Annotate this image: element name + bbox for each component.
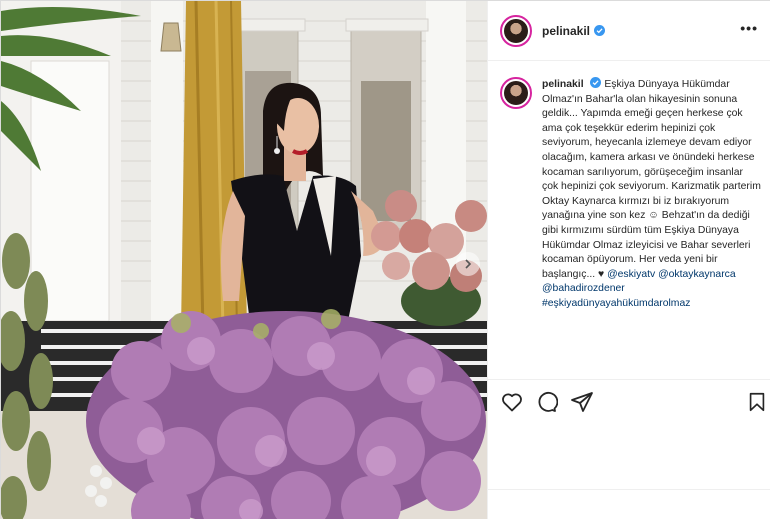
chevron-right-icon xyxy=(465,259,472,269)
header-username[interactable]: pelinakil xyxy=(542,24,590,38)
post-header: pelinakil ••• xyxy=(488,1,770,61)
action-bar xyxy=(488,379,770,423)
comment-bar xyxy=(488,489,770,519)
comment-bubble-icon[interactable] xyxy=(534,390,558,414)
bookmark-icon[interactable] xyxy=(746,390,768,414)
verified-badge-icon xyxy=(590,77,602,88)
instagram-post: pelinakil ••• pelinakil Eşkiya Dünyaya H… xyxy=(0,0,770,519)
caption-section: pelinakil Eşkiya Dünyaya Hükümdar Olmaz'… xyxy=(488,61,770,379)
mention-link[interactable]: @eskiyatv xyxy=(607,269,655,280)
hashtag-link[interactable]: #eşkiyadünyayahükümdarolmaz xyxy=(542,298,690,309)
post-side-panel: pelinakil ••• pelinakil Eşkiya Dünyaya H… xyxy=(487,1,770,519)
verified-badge-icon xyxy=(594,25,606,36)
avatar[interactable] xyxy=(500,14,532,47)
carousel-next-button[interactable] xyxy=(456,252,480,276)
post-photo[interactable] xyxy=(1,1,487,519)
paper-plane-icon[interactable] xyxy=(570,390,594,414)
mention-link[interactable]: @bahadirozdener xyxy=(542,283,625,294)
caption-avatar[interactable] xyxy=(500,77,532,109)
caption-body: Eşkiya Dünyaya Hükümdar Olmaz'ın Bahar'l… xyxy=(542,79,761,280)
post-image xyxy=(1,1,487,519)
more-options-button[interactable]: ••• xyxy=(740,21,758,35)
caption-username[interactable]: pelinakil xyxy=(542,79,584,90)
heart-icon[interactable] xyxy=(500,390,524,414)
mention-link[interactable]: @oktaykaynarca xyxy=(658,269,736,280)
comment-input[interactable] xyxy=(488,490,770,519)
caption-text: pelinakil Eşkiya Dünyaya Hükümdar Olmaz'… xyxy=(542,77,762,379)
